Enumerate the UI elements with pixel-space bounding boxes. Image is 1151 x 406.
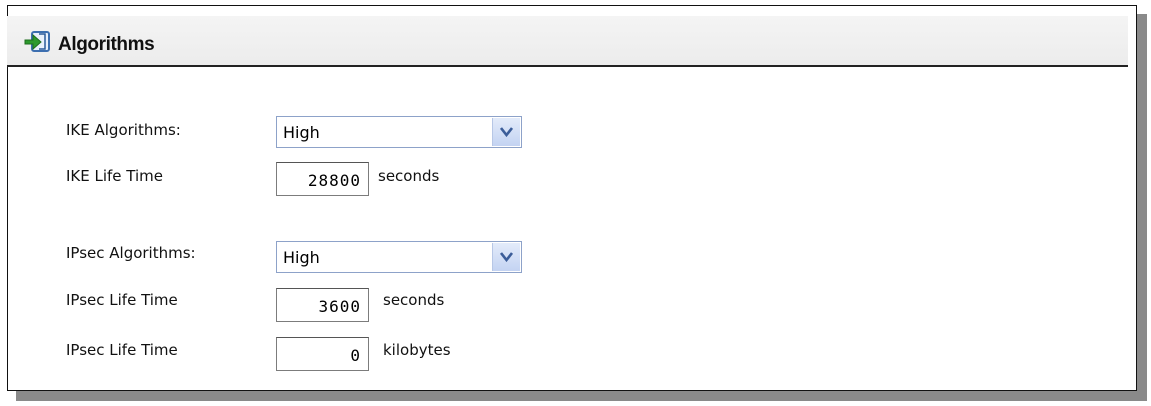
ike-algorithms-select[interactable]: High	[276, 116, 522, 148]
ipsec-lifetime-seconds-label: IPsec Life Time	[66, 291, 178, 309]
ipsec-lifetime-kb-label: IPsec Life Time	[66, 341, 178, 359]
ipsec-lifetime-seconds-unit: seconds	[383, 291, 445, 309]
chevron-down-icon[interactable]	[492, 243, 520, 271]
ike-algorithms-label: IKE Algorithms:	[66, 121, 181, 139]
ike-algorithms-value: High	[283, 123, 320, 142]
ipsec-algorithms-select[interactable]: High	[276, 241, 522, 273]
ipsec-algorithms-label: IPsec Algorithms:	[66, 244, 196, 262]
section-title: Algorithms	[58, 34, 155, 55]
ipsec-lifetime-seconds-input[interactable]: 3600	[276, 288, 369, 322]
ipsec-lifetime-kb-unit: kilobytes	[383, 341, 451, 359]
section-header	[7, 16, 1128, 67]
ike-lifetime-input[interactable]: 28800	[276, 162, 369, 196]
chevron-down-icon[interactable]	[492, 118, 520, 146]
arrow-into-box-icon	[23, 29, 52, 55]
ike-lifetime-value: 28800	[307, 171, 361, 190]
ike-lifetime-unit: seconds	[378, 167, 440, 185]
ike-lifetime-label: IKE Life Time	[66, 167, 164, 185]
ipsec-lifetime-seconds-value: 3600	[318, 297, 361, 316]
ipsec-lifetime-kb-value: 0	[350, 346, 361, 365]
ipsec-lifetime-kb-input[interactable]: 0	[276, 337, 369, 371]
ipsec-algorithms-value: High	[283, 248, 320, 267]
